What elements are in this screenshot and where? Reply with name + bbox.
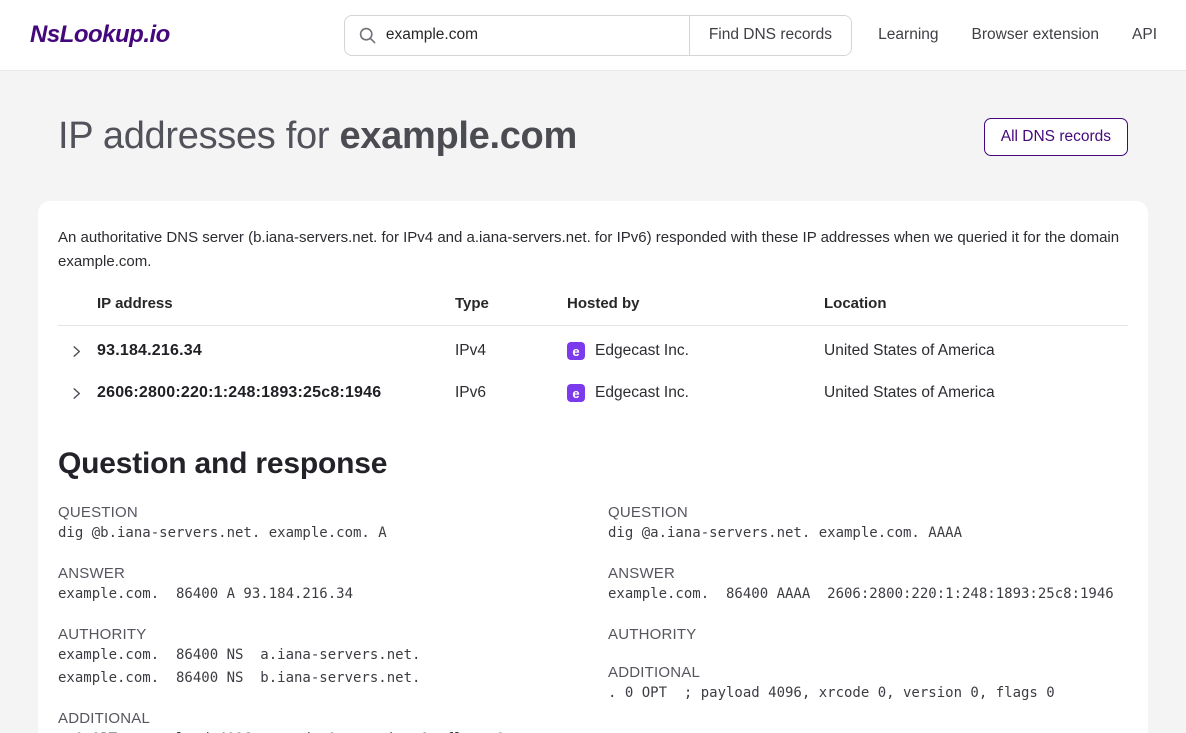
question-response-grid: QUESTION dig @b.iana-servers.net. exampl… <box>58 483 1128 733</box>
host-name: Edgecast Inc. <box>595 342 689 360</box>
find-dns-records-button[interactable]: Find DNS records <box>689 16 851 55</box>
question-response-heading: Question and response <box>58 447 1128 481</box>
ip-address-value: 93.184.216.34 <box>97 342 455 360</box>
nav-link-learning[interactable]: Learning <box>878 26 938 44</box>
dns-record-line: example.com. 86400 AAAA 2606:2800:220:1:… <box>608 584 1128 605</box>
results-card: An authoritative DNS server (b.iana-serv… <box>38 201 1148 733</box>
dns-section-label: ADDITIONAL <box>608 664 1128 681</box>
page-title-domain: example.com <box>339 115 576 157</box>
dns-record-line: . 0 OPT ; payload 4096, xrcode 0, versio… <box>608 683 1128 704</box>
dns-record-line: example.com. 86400 A 93.184.216.34 <box>58 584 578 605</box>
chevron-right-icon <box>69 344 84 359</box>
ip-address-value: 2606:2800:220:1:248:1893:25c8:1946 <box>97 384 455 402</box>
host-name: Edgecast Inc. <box>595 384 689 402</box>
dns-section-label: AUTHORITY <box>58 626 578 643</box>
table-row: 2606:2800:220:1:248:1893:25c8:1946 IPv6 … <box>58 376 1128 410</box>
dns-query-column-ipv6: QUESTION dig @a.iana-servers.net. exampl… <box>608 483 1128 733</box>
domain-search-group: Find DNS records <box>344 15 852 56</box>
dns-section-label: AUTHORITY <box>608 626 1128 643</box>
edgecast-logo-icon: e <box>567 342 585 360</box>
header-nav: Learning Browser extension API <box>878 26 1157 44</box>
dns-section-label: QUESTION <box>608 504 1128 521</box>
search-box[interactable] <box>345 16 689 55</box>
dns-record-line: dig @b.iana-servers.net. example.com. A <box>58 523 578 544</box>
hosted-by-cell: e Edgecast Inc. <box>567 384 824 402</box>
dns-query-column-ipv4: QUESTION dig @b.iana-servers.net. exampl… <box>58 483 578 733</box>
column-header-host: Hosted by <box>567 295 824 312</box>
page-title: IP addresses for example.com <box>58 115 577 158</box>
site-logo[interactable]: NsLookup.io <box>30 21 170 49</box>
results-description: An authoritative DNS server (b.iana-serv… <box>58 226 1128 274</box>
table-row: 93.184.216.34 IPv4 e Edgecast Inc. Unite… <box>58 334 1128 368</box>
dns-section-label: QUESTION <box>58 504 578 521</box>
page-title-prefix: IP addresses for <box>58 115 329 157</box>
site-header: NsLookup.io Find DNS records Learning Br… <box>0 0 1186 71</box>
all-dns-records-button[interactable]: All DNS records <box>984 118 1128 156</box>
column-header-type: Type <box>455 295 567 312</box>
row-expand-toggle[interactable] <box>58 344 97 359</box>
search-input[interactable] <box>386 26 677 44</box>
hosted-by-cell: e Edgecast Inc. <box>567 342 824 360</box>
chevron-right-icon <box>69 386 84 401</box>
ip-type-value: IPv6 <box>455 384 567 402</box>
ip-address-table: IP address Type Hosted by Location 93.18… <box>58 295 1128 410</box>
dns-section-label: ANSWER <box>58 565 578 582</box>
column-header-ip: IP address <box>97 295 455 312</box>
edgecast-logo-icon: e <box>567 384 585 402</box>
main-content: IP addresses for example.com All DNS rec… <box>0 115 1186 733</box>
column-header-location: Location <box>824 295 1128 312</box>
table-header-row: IP address Type Hosted by Location <box>58 295 1128 326</box>
dns-record-line: . 0 OPT ; payload 4096, xrcode 0, versio… <box>58 729 578 733</box>
row-expand-toggle[interactable] <box>58 386 97 401</box>
search-icon <box>359 27 376 44</box>
dns-record-line: example.com. 86400 NS b.iana-servers.net… <box>58 668 578 689</box>
title-row: IP addresses for example.com All DNS rec… <box>58 115 1128 158</box>
dns-record-line: dig @a.iana-servers.net. example.com. AA… <box>608 523 1128 544</box>
location-value: United States of America <box>824 384 1128 402</box>
dns-section-label: ADDITIONAL <box>58 710 578 727</box>
nav-link-api[interactable]: API <box>1132 26 1157 44</box>
dns-record-line: example.com. 86400 NS a.iana-servers.net… <box>58 645 578 666</box>
dns-section-label: ANSWER <box>608 565 1128 582</box>
nav-link-browser-extension[interactable]: Browser extension <box>972 26 1100 44</box>
ip-type-value: IPv4 <box>455 342 567 360</box>
location-value: United States of America <box>824 342 1128 360</box>
